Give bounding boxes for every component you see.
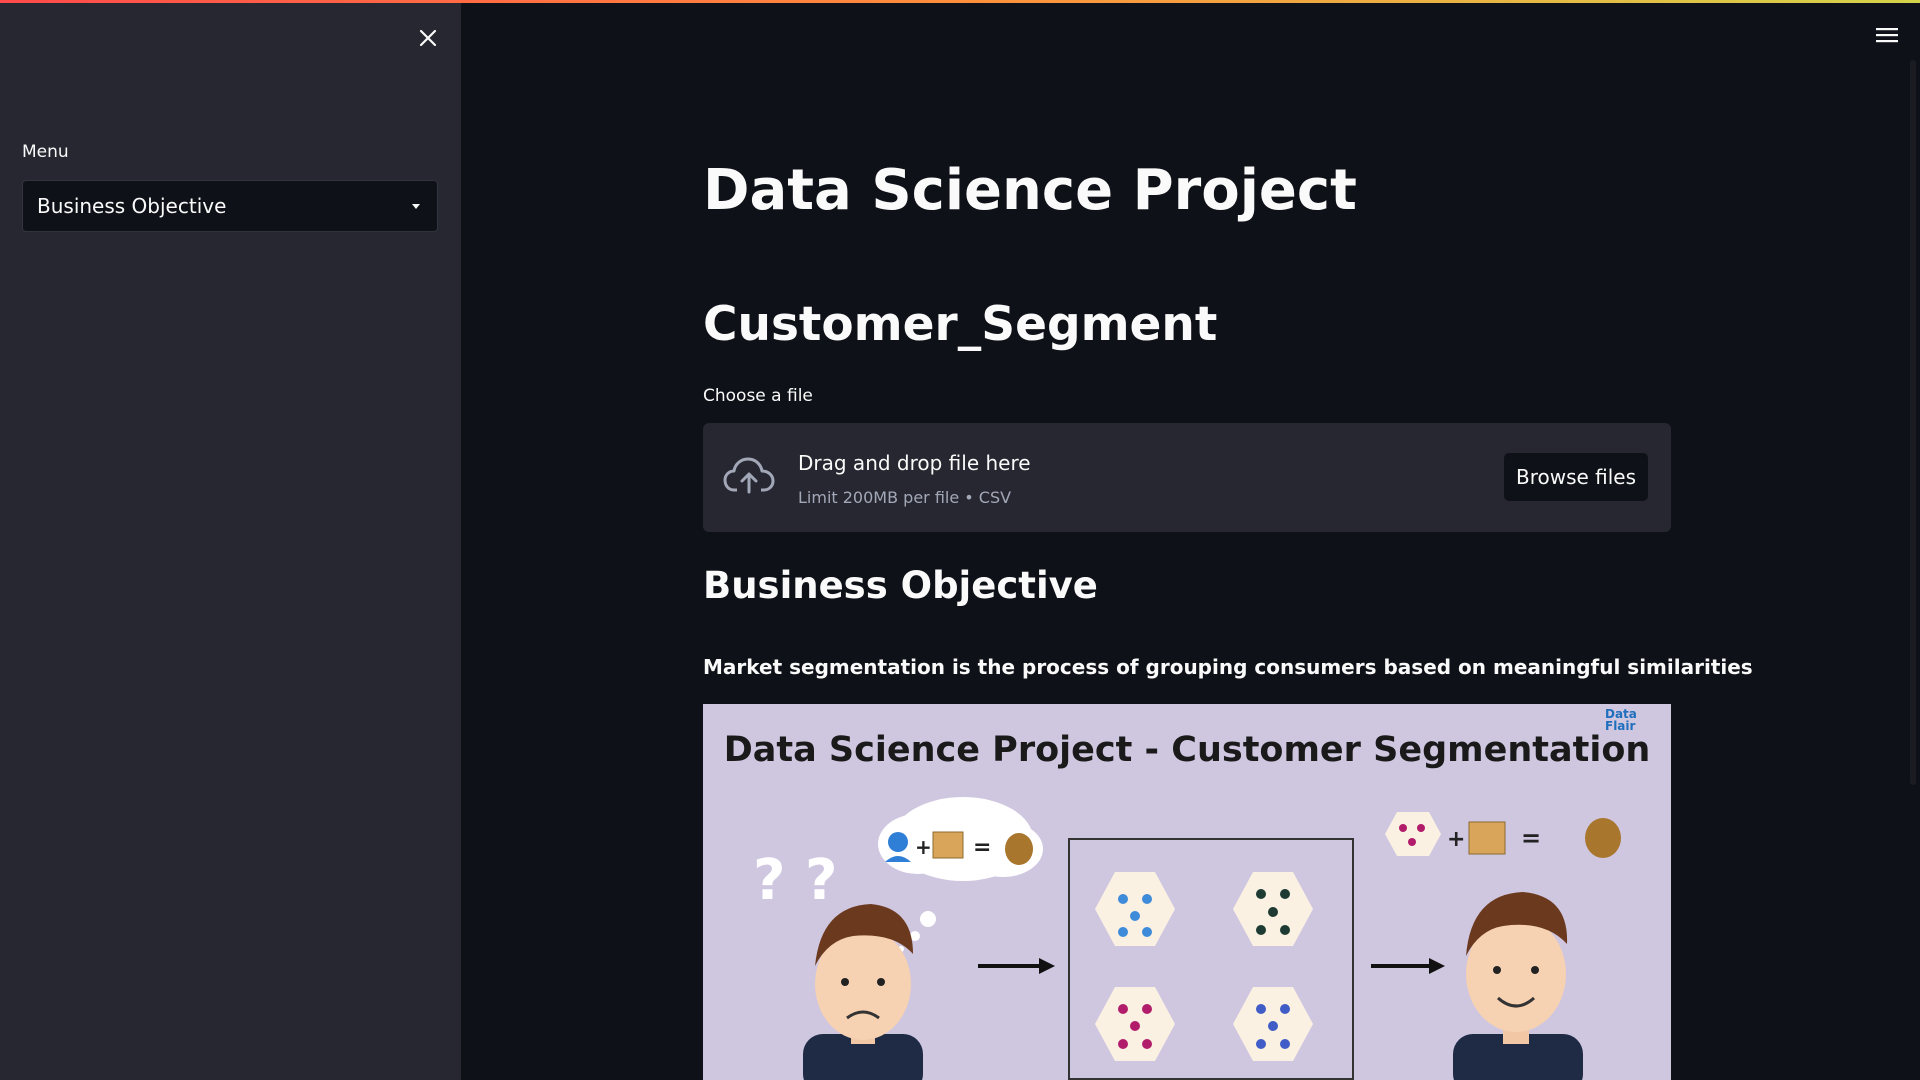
hamburger-icon bbox=[1876, 28, 1898, 43]
svg-text:=: = bbox=[1521, 824, 1541, 852]
sad-customer-figure bbox=[803, 904, 923, 1080]
page-subtitle: Customer_Segment bbox=[703, 297, 1218, 352]
close-sidebar-button[interactable] bbox=[412, 22, 444, 54]
section-heading: Business Objective bbox=[703, 564, 1098, 607]
upload-limit-text: Limit 200MB per file • CSV bbox=[798, 488, 1012, 507]
menu-select[interactable]: Business Objective bbox=[22, 180, 438, 232]
top-accent-bar bbox=[0, 0, 1920, 3]
file-uploader-label: Choose a file bbox=[703, 386, 813, 406]
svg-text:+: + bbox=[1447, 827, 1465, 852]
page-title: Data Science Project bbox=[703, 158, 1357, 223]
main-scrollbar[interactable] bbox=[1910, 60, 1916, 785]
segmentation-illustration: + = ? ? + = bbox=[753, 797, 1621, 1080]
close-icon bbox=[419, 29, 437, 47]
customer-segmentation-image: Data Science Project - Customer Segmenta… bbox=[703, 704, 1671, 1080]
menu-label: Menu bbox=[22, 142, 69, 162]
svg-text:=: = bbox=[973, 835, 991, 860]
svg-text:? ?: ? ? bbox=[753, 848, 837, 913]
chevron-down-icon bbox=[412, 204, 420, 209]
main-menu-button[interactable] bbox=[1872, 22, 1902, 48]
happy-customer-figure bbox=[1453, 892, 1583, 1080]
menu-select-value: Business Objective bbox=[37, 194, 227, 218]
drag-drop-text: Drag and drop file here bbox=[798, 451, 1031, 475]
segment-equation: + = bbox=[1385, 812, 1621, 858]
objective-description: Market segmentation is the process of gr… bbox=[703, 655, 1753, 679]
segment-groups-box bbox=[1068, 838, 1354, 1080]
svg-text:+: + bbox=[915, 835, 932, 859]
browse-files-button[interactable]: Browse files bbox=[1503, 452, 1649, 502]
sidebar: Menu Business Objective bbox=[0, 0, 461, 1080]
file-dropzone[interactable]: Drag and drop file here Limit 200MB per … bbox=[703, 423, 1671, 532]
upload-cloud-icon bbox=[723, 457, 775, 494]
